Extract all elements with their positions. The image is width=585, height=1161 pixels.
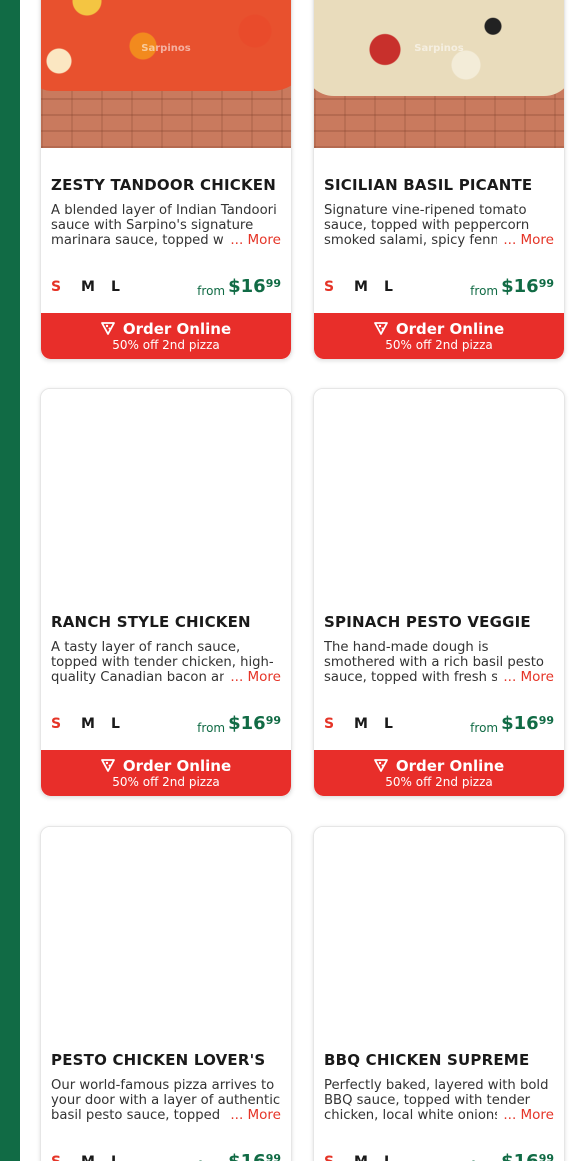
order-online-button[interactable]: Order Online 50% off 2nd pizza: [41, 750, 291, 796]
size-selector: S M L: [324, 1154, 414, 1161]
size-medium-option[interactable]: M: [354, 716, 384, 732]
price-cents: 99: [265, 1152, 281, 1161]
pizza-slice-icon: [100, 759, 115, 772]
more-link[interactable]: ... More: [224, 1108, 281, 1122]
price: from $16 99: [197, 1151, 281, 1161]
price-cents: 99: [538, 277, 554, 290]
more-link[interactable]: ... More: [224, 233, 281, 247]
size-small-option[interactable]: S: [51, 716, 81, 732]
size-medium-option[interactable]: M: [81, 279, 111, 295]
product-title[interactable]: PESTO CHICKEN LOVER'S: [51, 1051, 281, 1069]
price-cents: 99: [538, 714, 554, 727]
pizza-slice-icon: [373, 322, 388, 335]
more-link[interactable]: ... More: [497, 1108, 554, 1122]
price-dollars: $16: [228, 713, 266, 734]
order-promo: 50% off 2nd pizza: [385, 338, 493, 352]
product-card: PESTO CHICKEN LOVER'S Our world-famous p…: [40, 826, 292, 1161]
order-label: Order Online: [122, 320, 232, 338]
size-large-option[interactable]: L: [384, 1154, 414, 1161]
size-large-option[interactable]: L: [111, 1154, 141, 1161]
pizza-image[interactable]: [314, 389, 564, 575]
product-title[interactable]: RANCH STYLE CHICKEN: [51, 613, 281, 631]
size-large-option[interactable]: L: [111, 279, 141, 295]
more-link[interactable]: ... More: [224, 670, 281, 684]
price-from-label: from: [197, 284, 226, 298]
price-from-label: from: [197, 721, 226, 735]
order-online-button[interactable]: Order Online 50% off 2nd pizza: [314, 750, 564, 796]
order-promo: 50% off 2nd pizza: [112, 338, 220, 352]
price: from $16 99: [470, 276, 554, 298]
size-large-option[interactable]: L: [384, 279, 414, 295]
price: from $16 99: [470, 713, 554, 735]
price-from-label: from: [470, 284, 499, 298]
product-description: A blended layer of Indian Tandoori sauce…: [51, 203, 281, 247]
size-medium-option[interactable]: M: [354, 279, 384, 295]
size-small-option[interactable]: S: [51, 1154, 81, 1161]
pizza-slice-icon: [373, 759, 388, 772]
product-title[interactable]: SPINACH PESTO VEGGIE: [324, 613, 554, 631]
size-medium-option[interactable]: M: [354, 1154, 384, 1161]
pizza-image[interactable]: [41, 827, 291, 1013]
product-title[interactable]: ZESTY TANDOOR CHICKEN: [51, 176, 281, 194]
pizza-image[interactable]: [314, 827, 564, 1013]
product-card: RANCH STYLE CHICKEN A tasty layer of ran…: [40, 388, 292, 797]
product-description: A tasty layer of ranch sauce, topped wit…: [51, 640, 281, 684]
pizza-image[interactable]: [41, 389, 291, 575]
order-online-button[interactable]: Order Online 50% off 2nd pizza: [41, 313, 291, 359]
size-small-option[interactable]: S: [324, 716, 354, 732]
product-description: Perfectly baked, layered with bold BBQ s…: [324, 1078, 554, 1122]
pizza-image[interactable]: Sarpinos: [314, 0, 564, 148]
size-selector: S M L: [324, 279, 414, 295]
product-description: Signature vine-ripened tomato sauce, top…: [324, 203, 554, 247]
price-from-label: from: [470, 721, 499, 735]
size-selector: S M L: [324, 716, 414, 732]
price: from $16 99: [470, 1151, 554, 1161]
price-cents: 99: [265, 277, 281, 290]
product-title[interactable]: SICILIAN BASIL PICANTE: [324, 176, 554, 194]
pizza-image[interactable]: Sarpinos: [41, 0, 291, 148]
price-dollars: $16: [501, 713, 539, 734]
watermark: Sarpinos: [141, 43, 191, 54]
order-online-button[interactable]: Order Online 50% off 2nd pizza: [314, 313, 564, 359]
size-small-option[interactable]: S: [324, 1154, 354, 1161]
side-green-bar: [0, 0, 20, 1161]
price-dollars: $16: [501, 276, 539, 297]
product-card: BBQ CHICKEN SUPREME Perfectly baked, lay…: [313, 826, 565, 1161]
price-cents: 99: [538, 1152, 554, 1161]
pizza-slice-icon: [100, 322, 115, 335]
size-large-option[interactable]: L: [111, 716, 141, 732]
product-description: The hand-made dough is smothered with a …: [324, 640, 554, 684]
price: from $16 99: [197, 713, 281, 735]
price-cents: 99: [265, 714, 281, 727]
order-promo: 50% off 2nd pizza: [385, 775, 493, 789]
order-promo: 50% off 2nd pizza: [112, 775, 220, 789]
price-dollars: $16: [228, 276, 266, 297]
order-label: Order Online: [395, 757, 505, 775]
watermark: Sarpinos: [414, 43, 464, 54]
price-dollars: $16: [228, 1151, 266, 1161]
size-medium-option[interactable]: M: [81, 716, 111, 732]
product-card: SPINACH PESTO VEGGIE The hand-made dough…: [313, 388, 565, 797]
more-link[interactable]: ... More: [497, 670, 554, 684]
product-card: Sarpinos SICILIAN BASIL PICANTE Signatur…: [313, 0, 565, 360]
size-small-option[interactable]: S: [51, 279, 81, 295]
product-card: Sarpinos ZESTY TANDOOR CHICKEN A blended…: [40, 0, 292, 360]
size-small-option[interactable]: S: [324, 279, 354, 295]
price: from $16 99: [197, 276, 281, 298]
more-link[interactable]: ... More: [497, 233, 554, 247]
product-title[interactable]: BBQ CHICKEN SUPREME: [324, 1051, 554, 1069]
size-selector: S M L: [51, 279, 141, 295]
order-label: Order Online: [122, 757, 232, 775]
size-medium-option[interactable]: M: [81, 1154, 111, 1161]
product-description: Our world-famous pizza arrives to your d…: [51, 1078, 281, 1122]
size-large-option[interactable]: L: [384, 716, 414, 732]
price-dollars: $16: [501, 1151, 539, 1161]
size-selector: S M L: [51, 1154, 141, 1161]
size-selector: S M L: [51, 716, 141, 732]
order-label: Order Online: [395, 320, 505, 338]
